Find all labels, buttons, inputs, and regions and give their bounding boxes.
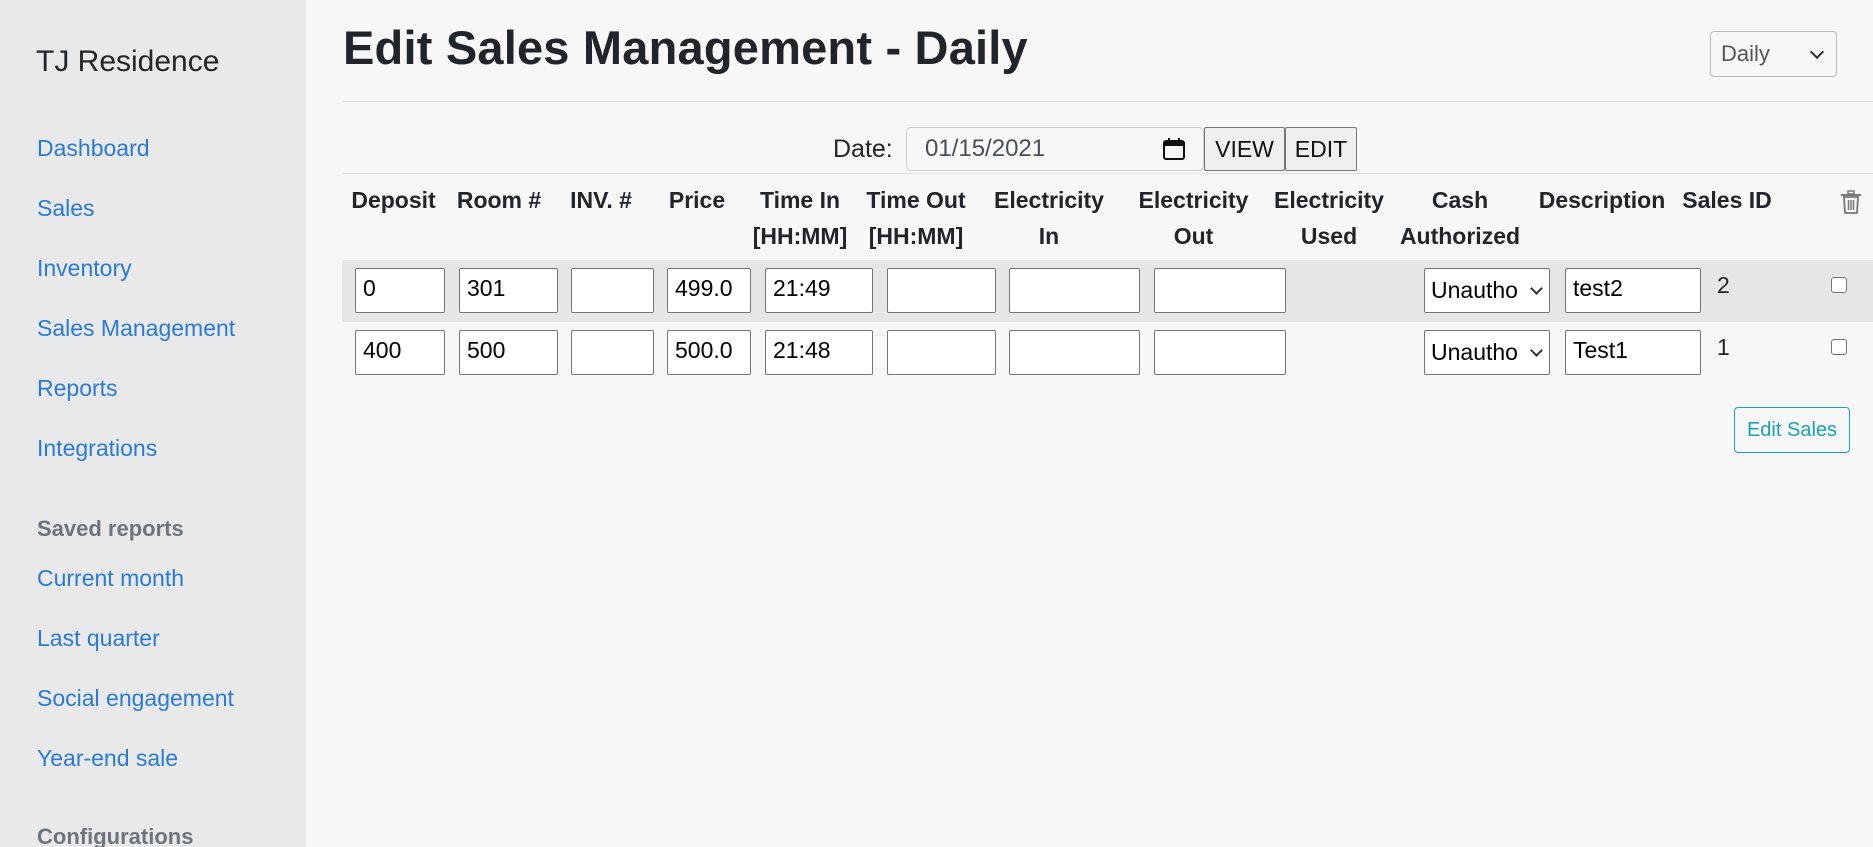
nav-sales[interactable]: Sales [37, 195, 95, 222]
table-row: 0 301 499.0 21:49 Unautho test2 2 [342, 260, 1873, 322]
cash-authorized-value: Unautho [1431, 339, 1518, 365]
col-electricity-out-sub: Out [1173, 223, 1214, 249]
col-electricity-used-label: Electricity [1274, 187, 1384, 213]
description-input[interactable]: Test1 [1565, 330, 1701, 375]
table-top-border [342, 173, 1873, 174]
col-sales-id-label: Sales ID [1682, 187, 1772, 213]
col-room: Room # [445, 182, 553, 218]
delete-checkbox[interactable] [1831, 277, 1847, 293]
saved-report-last-quarter[interactable]: Last quarter [37, 625, 160, 652]
col-cash-label: Cash [1431, 187, 1489, 213]
date-bar: Date: 01/15/2021 VIEW EDIT [306, 126, 1873, 172]
col-electricity-used: Electricity Used [1266, 182, 1392, 254]
nav-sales-management[interactable]: Sales Management [37, 315, 235, 342]
col-electricity-in-sub: In [1038, 223, 1060, 249]
time-out-input[interactable] [887, 330, 996, 375]
col-cash-authorized: Cash Authorized [1392, 182, 1528, 254]
sales-id-value: 1 [1717, 334, 1730, 360]
col-time-out-format: [HH:MM] [868, 223, 964, 249]
room-input[interactable]: 500 [459, 330, 558, 375]
room-input[interactable]: 301 [459, 268, 558, 313]
time-in-input[interactable]: 21:49 [765, 268, 873, 313]
main-content: Edit Sales Management - Daily Daily Date… [306, 0, 1873, 847]
sales-id-value: 2 [1717, 272, 1730, 298]
col-electricity-out: Electricity Out [1121, 182, 1266, 254]
col-time-in-format: [HH:MM] [752, 223, 848, 249]
inv-input[interactable] [571, 330, 654, 375]
col-time-out: Time Out [HH:MM] [855, 182, 977, 254]
description-input[interactable]: test2 [1565, 268, 1701, 313]
inv-input[interactable] [571, 268, 654, 313]
date-input[interactable]: 01/15/2021 [906, 127, 1204, 171]
col-sales-id: Sales ID [1676, 182, 1778, 218]
electricity-out-input[interactable] [1154, 330, 1286, 375]
electricity-out-input[interactable] [1154, 268, 1286, 313]
nav-inventory[interactable]: Inventory [37, 255, 132, 282]
col-deposit-label: Deposit [351, 187, 436, 213]
brand-title: TJ Residence [36, 45, 220, 78]
trash-icon [1841, 190, 1861, 214]
electricity-in-input[interactable] [1009, 330, 1140, 375]
deposit-input[interactable]: 400 [355, 330, 445, 375]
saved-reports-heading: Saved reports [37, 516, 184, 541]
col-time-out-label: Time Out [866, 187, 966, 213]
col-time-in: Time In [HH:MM] [745, 182, 855, 254]
chevron-down-icon [1530, 344, 1543, 357]
time-out-input[interactable] [887, 268, 996, 313]
chevron-down-icon [1809, 44, 1825, 60]
cash-authorized-select[interactable]: Unautho [1424, 330, 1550, 375]
price-input[interactable]: 500.0 [667, 330, 751, 375]
col-delete [1778, 182, 1873, 214]
deposit-input[interactable]: 0 [355, 268, 445, 313]
sidebar: TJ Residence Dashboard Sales Inventory S… [0, 0, 306, 847]
price-input[interactable]: 499.0 [667, 268, 751, 313]
saved-report-year-end-sale[interactable]: Year-end sale [37, 745, 178, 772]
col-time-in-label: Time In [759, 187, 841, 213]
col-description-label: Description [1538, 187, 1666, 213]
time-in-input[interactable]: 21:48 [765, 330, 873, 375]
electricity-in-input[interactable] [1009, 268, 1140, 313]
col-price-label: Price [668, 187, 726, 213]
col-inv: INV. # [553, 182, 649, 218]
chevron-down-icon [1530, 282, 1543, 295]
col-cash-sub: Authorized [1399, 223, 1521, 249]
saved-report-social-engagement[interactable]: Social engagement [37, 685, 234, 712]
configurations-heading: Configurations [37, 824, 194, 847]
col-electricity-out-label: Electricity [1138, 187, 1249, 213]
sales-table-header: Deposit Room # INV. # Price Time In [HH:… [342, 182, 1873, 260]
header-divider [342, 101, 1873, 102]
nav-dashboard[interactable]: Dashboard [37, 135, 150, 162]
col-price: Price [649, 182, 745, 218]
mode-select[interactable]: Daily [1710, 31, 1837, 77]
nav-reports[interactable]: Reports [37, 375, 118, 402]
col-electricity-used-sub: Used [1300, 223, 1358, 249]
page-title: Edit Sales Management - Daily [343, 21, 1028, 74]
calendar-icon[interactable] [1163, 138, 1185, 160]
table-row: 400 500 500.0 21:48 Unautho Test1 1 [342, 322, 1873, 384]
cash-authorized-select[interactable]: Unautho [1424, 268, 1550, 313]
view-button[interactable]: VIEW [1204, 127, 1285, 171]
col-electricity-in: Electricity In [977, 182, 1121, 254]
app-layout: TJ Residence Dashboard Sales Inventory S… [0, 0, 1873, 847]
cash-authorized-value: Unautho [1431, 277, 1518, 303]
col-deposit: Deposit [342, 182, 445, 218]
nav-integrations[interactable]: Integrations [37, 435, 157, 462]
col-room-label: Room # [456, 187, 542, 213]
saved-report-current-month[interactable]: Current month [37, 565, 184, 592]
date-label: Date: [833, 135, 893, 163]
edit-button[interactable]: EDIT [1285, 127, 1357, 171]
col-inv-label: INV. # [570, 187, 632, 213]
col-description: Description [1528, 182, 1676, 218]
mode-select-value: Daily [1721, 41, 1770, 66]
col-electricity-in-label: Electricity [994, 187, 1104, 213]
date-value: 01/15/2021 [925, 135, 1046, 162]
delete-checkbox[interactable] [1831, 339, 1847, 355]
edit-sales-button[interactable]: Edit Sales [1734, 407, 1850, 453]
